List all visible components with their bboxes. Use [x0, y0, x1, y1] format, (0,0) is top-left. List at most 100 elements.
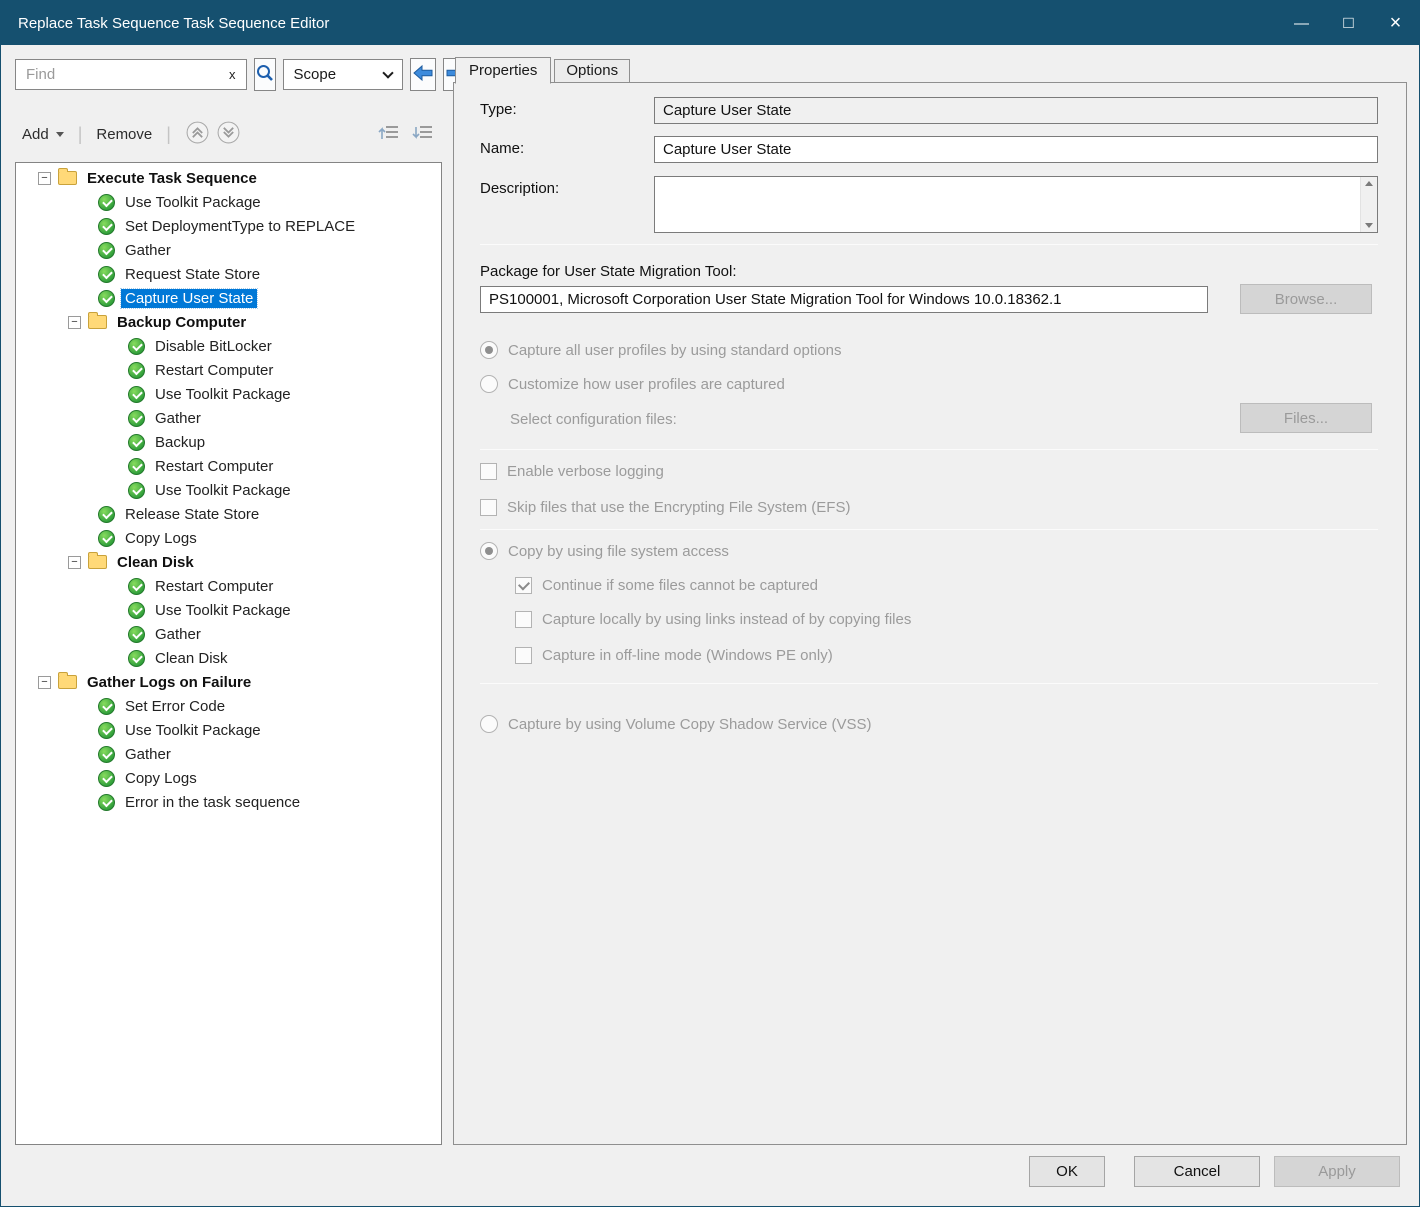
verbose-checkbox-row: Enable verbose logging — [480, 461, 664, 481]
clear-find-button[interactable]: x — [227, 67, 238, 82]
success-check-icon — [98, 770, 115, 787]
description-field[interactable] — [655, 177, 1360, 232]
tree-task-row[interactable]: Capture User State — [16, 286, 441, 310]
capture-standard-radio[interactable] — [480, 341, 498, 359]
cancel-button[interactable]: Cancel — [1134, 1156, 1260, 1187]
tree-item-label: Release State Store — [121, 505, 263, 524]
offline-label: Capture in off-line mode (Windows PE onl… — [542, 647, 833, 664]
remove-button[interactable]: Remove — [93, 126, 155, 143]
ok-button[interactable]: OK — [1029, 1156, 1105, 1187]
tree-task-row[interactable]: Gather — [16, 238, 441, 262]
collapse-toggle-icon[interactable]: − — [68, 556, 81, 569]
tree-task-row[interactable]: Copy Logs — [16, 526, 441, 550]
maximize-button[interactable]: □ — [1325, 1, 1372, 45]
add-button-label: Add — [22, 126, 49, 143]
tree-item-label: Restart Computer — [151, 577, 277, 596]
scroll-up-icon[interactable] — [1365, 181, 1373, 186]
success-check-icon — [128, 338, 145, 355]
offline-checkbox-row: Capture in off-line mode (Windows PE onl… — [515, 645, 833, 665]
capture-custom-radio[interactable] — [480, 375, 498, 393]
success-check-icon — [128, 362, 145, 379]
tree-task-row[interactable]: Release State Store — [16, 502, 441, 526]
browse-button[interactable]: Browse... — [1240, 284, 1372, 314]
name-field[interactable] — [654, 136, 1378, 163]
success-check-icon — [98, 722, 115, 739]
vss-radio[interactable] — [480, 715, 498, 733]
collapse-all-icon — [378, 130, 400, 147]
tree-task-row[interactable]: Use Toolkit Package — [16, 718, 441, 742]
description-scrollbar[interactable] — [1360, 177, 1377, 232]
links-checkbox[interactable] — [515, 611, 532, 628]
success-check-icon — [128, 482, 145, 499]
package-label: Package for User State Migration Tool: — [480, 263, 737, 280]
tree-task-row[interactable]: Set Error Code — [16, 694, 441, 718]
right-panel: Properties Options Type: Name: Descripti… — [453, 56, 1407, 1145]
tree-task-row[interactable]: Copy Logs — [16, 766, 441, 790]
tree-group-row[interactable]: −Clean Disk — [16, 550, 441, 574]
toolbar-right-group — [378, 123, 438, 147]
collapse-toggle-icon[interactable]: − — [68, 316, 81, 329]
search-button[interactable] — [254, 58, 276, 91]
tree-item-label: Backup — [151, 433, 209, 452]
add-dropdown-caret-icon — [56, 132, 64, 137]
success-check-icon — [128, 410, 145, 427]
tree-task-row[interactable]: Use Toolkit Package — [16, 478, 441, 502]
group-separator — [480, 683, 1378, 684]
tab-properties[interactable]: Properties — [455, 57, 551, 84]
find-previous-button[interactable] — [410, 58, 436, 91]
add-button[interactable]: Add — [19, 126, 67, 143]
tab-options[interactable]: Options — [554, 59, 630, 83]
move-up-button[interactable] — [185, 120, 210, 149]
tree-task-row[interactable]: Backup — [16, 430, 441, 454]
success-check-icon — [98, 530, 115, 547]
filesystem-label: Copy by using file system access — [508, 543, 729, 560]
package-field[interactable] — [480, 286, 1208, 313]
tree-task-row[interactable]: Restart Computer — [16, 574, 441, 598]
tree-task-row[interactable]: Use Toolkit Package — [16, 190, 441, 214]
collapse-all-button[interactable] — [378, 123, 400, 147]
tree-group-row[interactable]: −Execute Task Sequence — [16, 166, 441, 190]
minimize-button[interactable]: — — [1278, 1, 1325, 45]
tree-task-row[interactable]: Restart Computer — [16, 454, 441, 478]
find-input[interactable] — [24, 65, 227, 84]
tree-task-row[interactable]: Use Toolkit Package — [16, 598, 441, 622]
success-check-icon — [128, 626, 145, 643]
tree-task-row[interactable]: Request State Store — [16, 262, 441, 286]
tree-task-row[interactable]: Disable BitLocker — [16, 334, 441, 358]
continue-checkbox[interactable] — [515, 577, 532, 594]
description-label: Description: — [480, 180, 559, 197]
success-check-icon — [128, 602, 145, 619]
files-button[interactable]: Files... — [1240, 403, 1372, 433]
tree-task-row[interactable]: Clean Disk — [16, 646, 441, 670]
tree-task-row[interactable]: Use Toolkit Package — [16, 382, 441, 406]
close-button[interactable]: × — [1372, 1, 1419, 45]
move-down-button[interactable] — [216, 120, 241, 149]
tree-item-label: Copy Logs — [121, 769, 201, 788]
filesystem-radio[interactable] — [480, 542, 498, 560]
collapse-toggle-icon[interactable]: − — [38, 172, 51, 185]
tree-item-label: Use Toolkit Package — [151, 385, 295, 404]
tree-task-row[interactable]: Gather — [16, 406, 441, 430]
window-title: Replace Task Sequence Task Sequence Edit… — [18, 15, 1278, 32]
scroll-down-icon[interactable] — [1365, 223, 1373, 228]
success-check-icon — [98, 290, 115, 307]
tree-task-row[interactable]: Set DeploymentType to REPLACE — [16, 214, 441, 238]
scope-dropdown[interactable]: Scope — [283, 59, 403, 90]
tree-group-row[interactable]: −Backup Computer — [16, 310, 441, 334]
tree-task-row[interactable]: Gather — [16, 622, 441, 646]
apply-button[interactable]: Apply — [1274, 1156, 1400, 1187]
type-field[interactable] — [654, 97, 1378, 124]
offline-checkbox[interactable] — [515, 647, 532, 664]
window-controls: — □ × — [1278, 1, 1419, 45]
success-check-icon — [98, 266, 115, 283]
tree-task-row[interactable]: Error in the task sequence — [16, 790, 441, 814]
capture-standard-label: Capture all user profiles by using stand… — [508, 342, 842, 359]
tree-group-row[interactable]: −Gather Logs on Failure — [16, 670, 441, 694]
efs-checkbox[interactable] — [480, 499, 497, 516]
tree-task-row[interactable]: Restart Computer — [16, 358, 441, 382]
verbose-checkbox[interactable] — [480, 463, 497, 480]
collapse-toggle-icon[interactable]: − — [38, 676, 51, 689]
expand-all-button[interactable] — [412, 123, 434, 147]
tree-item-label: Set Error Code — [121, 697, 229, 716]
tree-task-row[interactable]: Gather — [16, 742, 441, 766]
